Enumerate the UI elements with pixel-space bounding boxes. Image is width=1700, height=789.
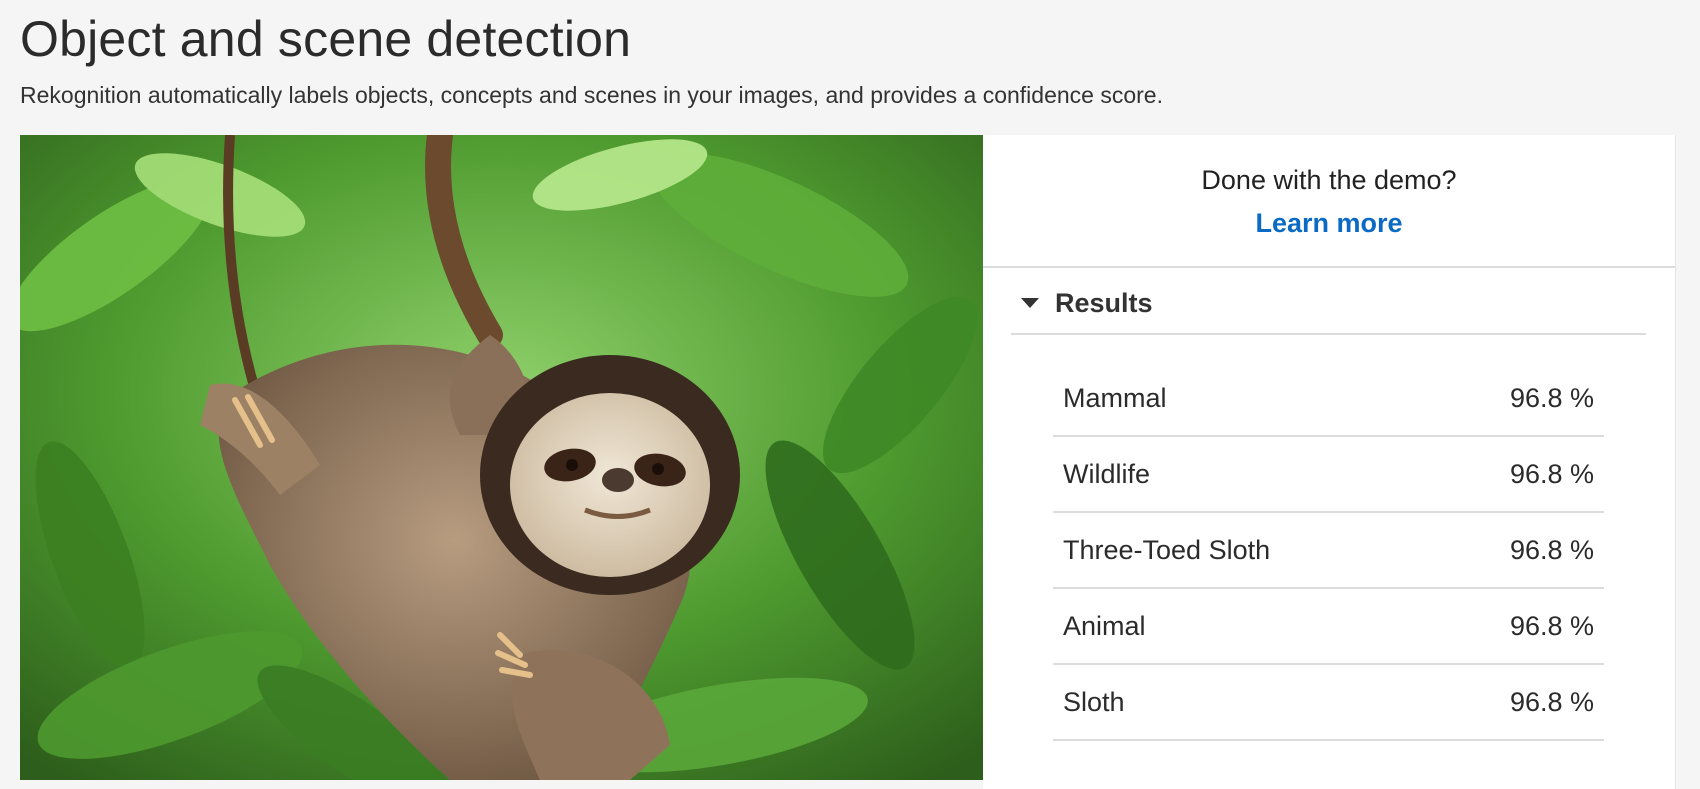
results-panel: Done with the demo? Learn more Results M… bbox=[983, 135, 1676, 789]
result-confidence: 96.8 % bbox=[1509, 610, 1594, 641]
results-toggle[interactable]: Results bbox=[1011, 273, 1646, 335]
result-confidence: 96.8 % bbox=[1509, 458, 1594, 489]
result-label: Animal bbox=[1063, 610, 1146, 641]
results-heading: Results bbox=[1055, 287, 1153, 318]
result-row: Sloth 96.8 % bbox=[1053, 665, 1604, 741]
page-title: Object and scene detection bbox=[20, 11, 632, 67]
result-label: Sloth bbox=[1063, 686, 1125, 717]
result-label: Mammal bbox=[1063, 382, 1167, 413]
learn-more-link[interactable]: Learn more bbox=[1255, 208, 1402, 239]
result-confidence: 96.8 % bbox=[1509, 534, 1594, 565]
demo-question: Done with the demo? bbox=[1201, 165, 1457, 195]
result-row: Three-Toed Sloth 96.8 % bbox=[1053, 513, 1604, 589]
sloth-photo-illustration bbox=[20, 135, 983, 780]
sample-image bbox=[20, 135, 983, 780]
result-confidence: 96.8 % bbox=[1509, 382, 1594, 413]
results-list: Mammal 96.8 % Wildlife 96.8 % Three-Toed… bbox=[1053, 361, 1604, 741]
page-subtitle: Rekognition automatically labels objects… bbox=[20, 82, 1163, 108]
demo-callout: Done with the demo? Learn more bbox=[983, 135, 1675, 268]
result-label: Wildlife bbox=[1063, 458, 1151, 489]
caret-down-icon bbox=[1021, 298, 1039, 308]
result-row: Animal 96.8 % bbox=[1053, 589, 1604, 665]
result-label: Three-Toed Sloth bbox=[1063, 534, 1271, 565]
result-row: Mammal 96.8 % bbox=[1053, 361, 1604, 437]
result-row: Wildlife 96.8 % bbox=[1053, 437, 1604, 513]
result-confidence: 96.8 % bbox=[1509, 686, 1594, 717]
